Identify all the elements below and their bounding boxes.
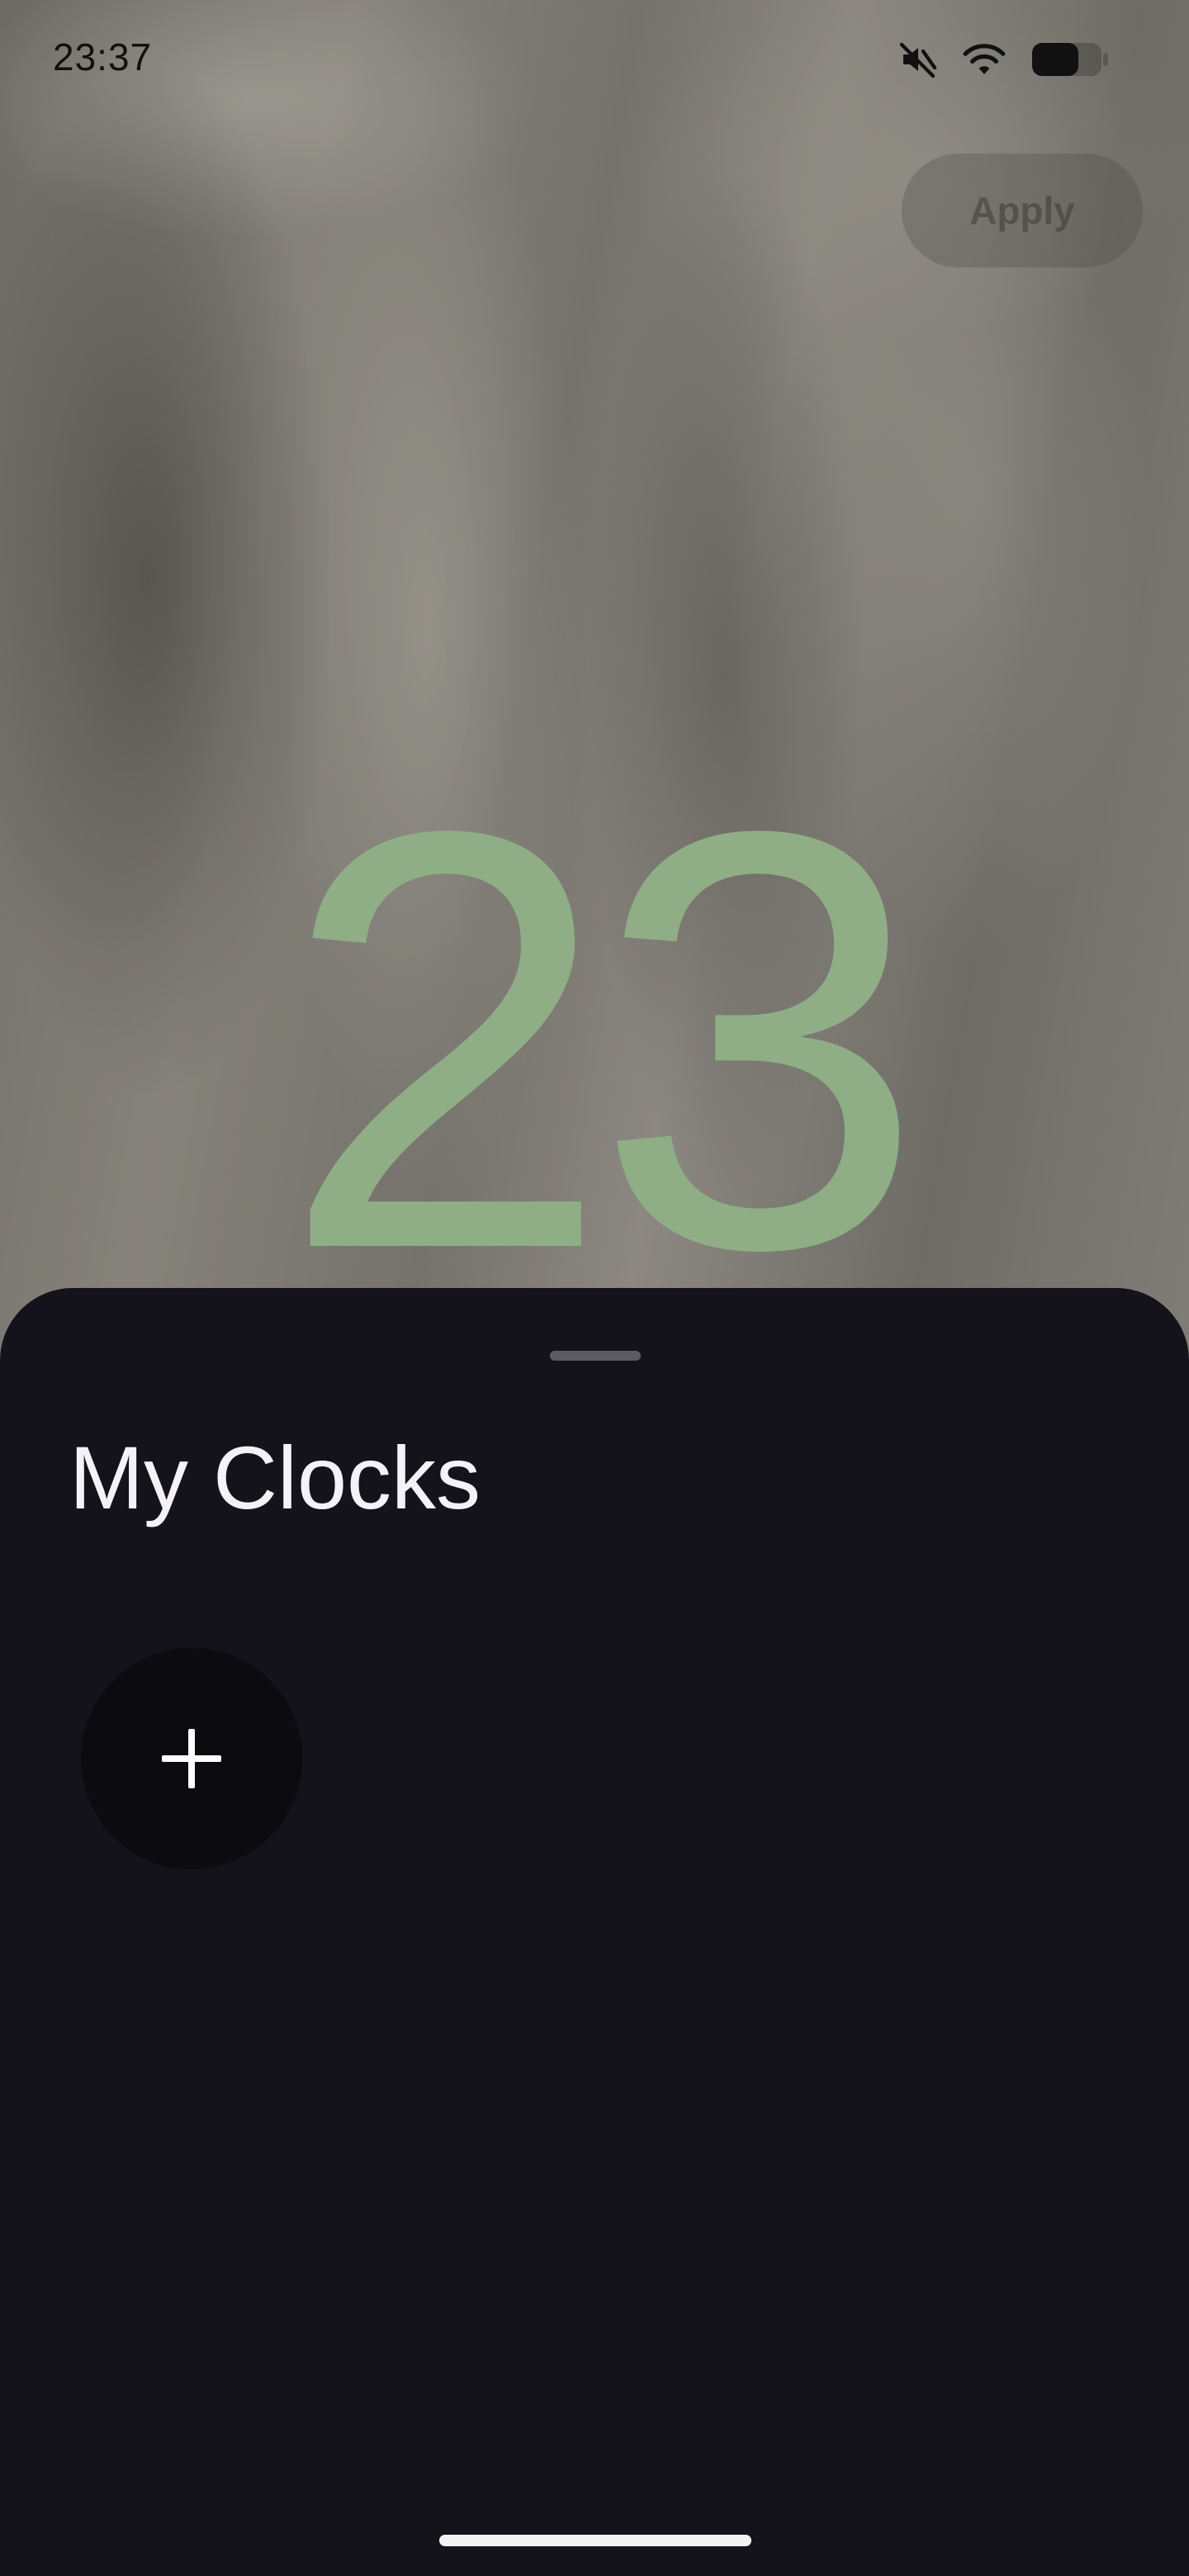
screen: 23:37 Apply 23 My Clocks xyxy=(0,0,1189,2576)
apply-button-label: Apply xyxy=(969,189,1075,232)
plus-icon xyxy=(160,1727,223,1790)
status-time: 23:37 xyxy=(53,36,153,78)
mute-icon xyxy=(898,40,938,79)
add-clock-button[interactable] xyxy=(81,1648,302,1869)
my-clocks-sheet: My Clocks xyxy=(0,1288,1189,2576)
sheet-title: My Clocks xyxy=(69,1428,481,1527)
status-icons xyxy=(898,36,1110,83)
clock-preview: 23 xyxy=(272,743,926,1338)
status-bar: 23:37 xyxy=(0,0,1189,116)
clock-hours: 23 xyxy=(280,708,926,1372)
wifi-icon xyxy=(961,40,1007,79)
sheet-drag-handle[interactable] xyxy=(550,1351,641,1361)
battery-icon xyxy=(1030,40,1110,79)
apply-button[interactable]: Apply xyxy=(902,154,1143,268)
home-indicator[interactable] xyxy=(439,2535,751,2546)
